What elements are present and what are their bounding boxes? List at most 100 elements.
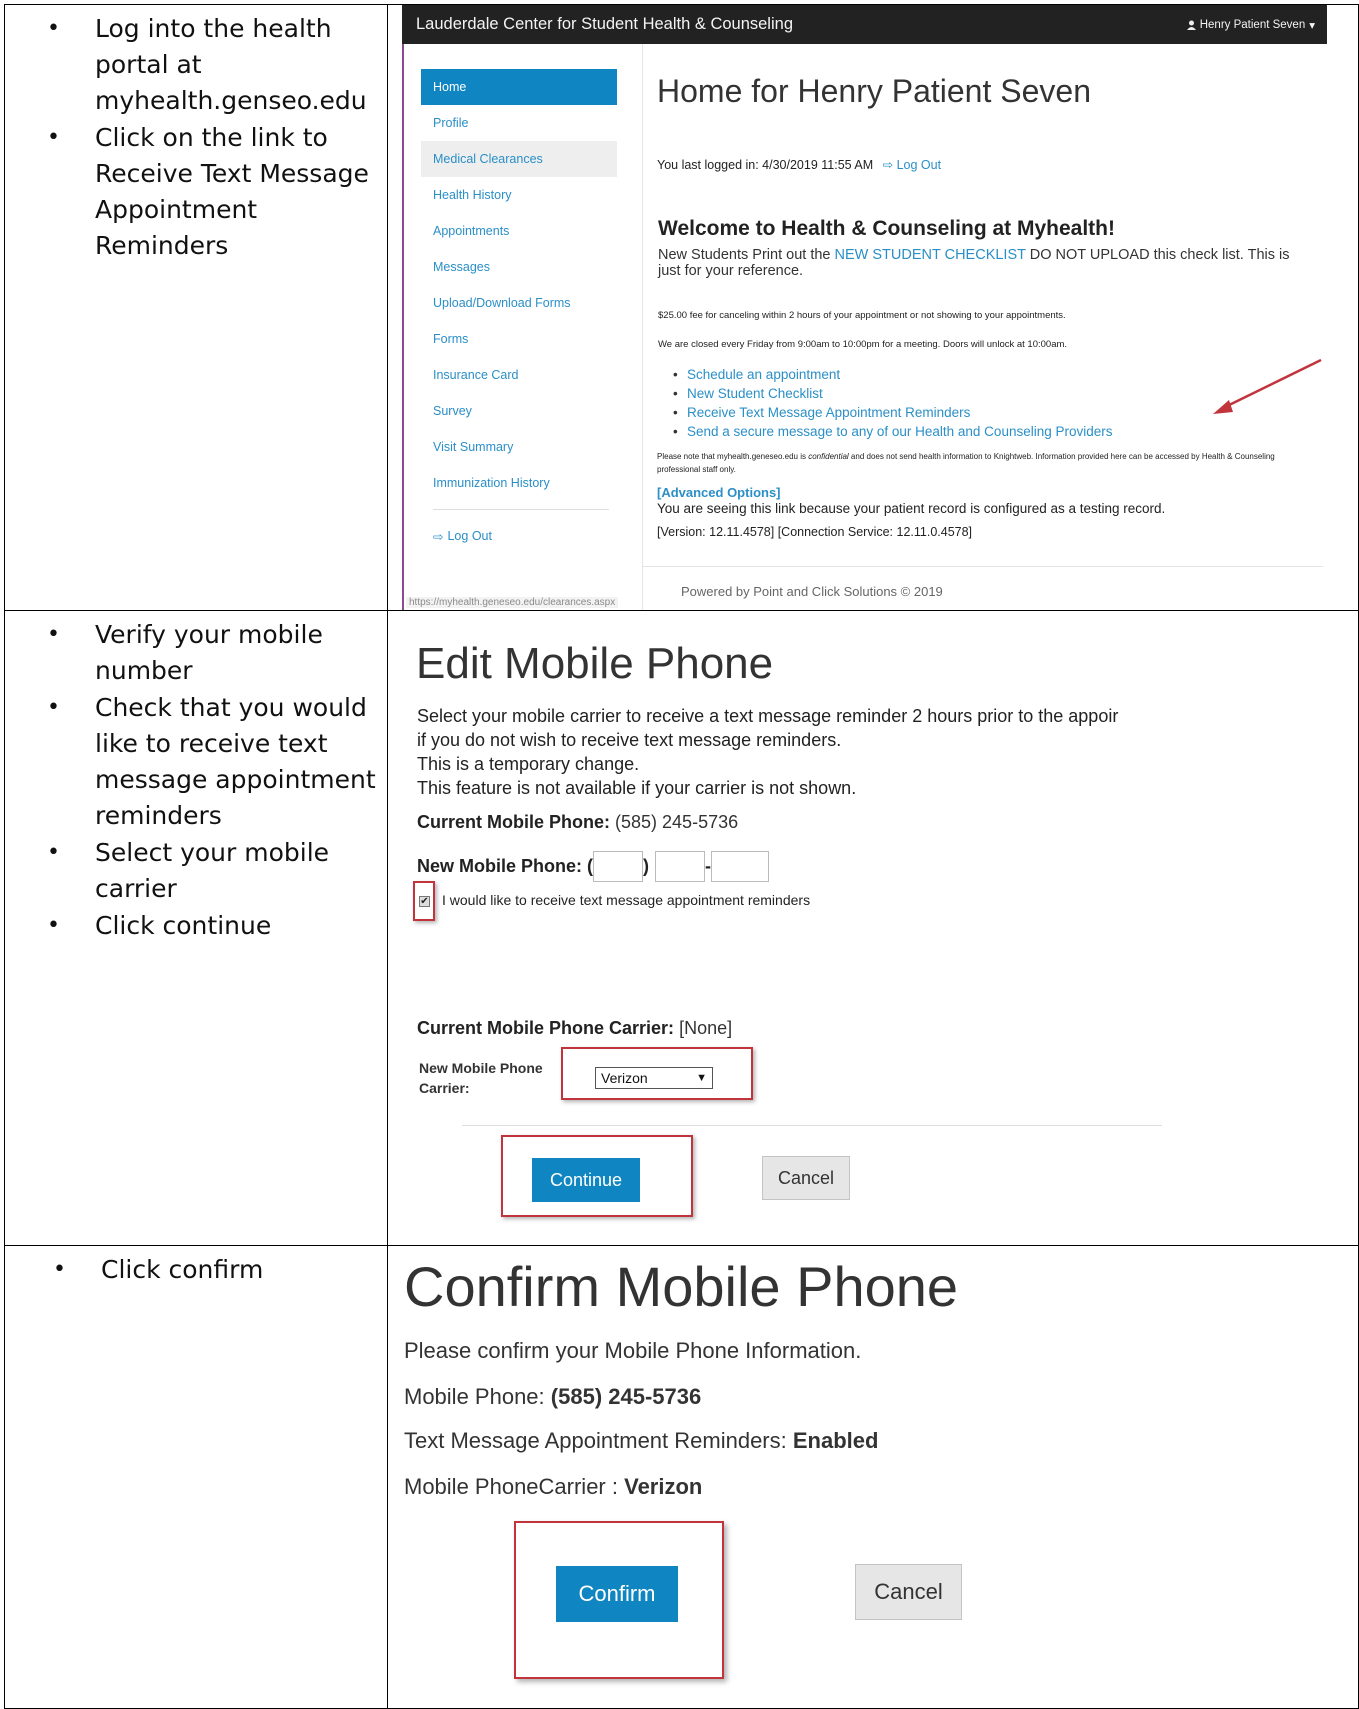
confirm-carrier-value: Verizon	[624, 1474, 703, 1499]
advanced-options-link[interactable]: [Advanced Options]	[657, 485, 781, 500]
caret-down-icon: ▾	[1309, 19, 1315, 32]
note-emphasis: confidential	[808, 452, 849, 461]
sidebar-item-home[interactable]: Home	[421, 69, 617, 105]
continue-highlight: Continue	[501, 1135, 693, 1217]
sidebar-item-messages[interactable]: Messages	[421, 249, 617, 285]
sidebar-item-survey[interactable]: Survey	[421, 393, 617, 429]
confirm-button[interactable]: Confirm	[556, 1566, 678, 1622]
sidebar-item-health-history[interactable]: Health History	[421, 177, 617, 213]
carrier-selected-value: Verizon	[601, 1070, 648, 1086]
step-item: Select your mobile carrier	[47, 835, 387, 907]
logout-link[interactable]: ⇨ Log Out	[883, 158, 941, 172]
dropdown-arrow-icon: ▼	[696, 1072, 707, 1084]
confirm-description: Please confirm your Mobile Phone Informa…	[404, 1338, 862, 1363]
new-mobile-phone-row: New Mobile Phone: ( ) -	[417, 851, 770, 882]
link-schedule-appointment[interactable]: Schedule an appointment	[673, 365, 1113, 384]
confirm-phone: Mobile Phone: (585) 245-5736	[404, 1384, 701, 1410]
new-students-notice: New Students Print out the NEW STUDENT C…	[658, 247, 1308, 279]
screenshot-cell: Edit Mobile Phone Select your mobile car…	[387, 610, 1359, 1246]
user-icon	[1186, 20, 1196, 30]
carrier-select[interactable]: Verizon ▼	[595, 1067, 713, 1089]
screenshot-cell: Lauderdale Center for Student Health & C…	[387, 4, 1359, 611]
step-item: Check that you would like to receive tex…	[47, 690, 387, 834]
link-text-message-reminders[interactable]: Receive Text Message Appointment Reminde…	[673, 403, 1113, 422]
line-number-input[interactable]	[711, 851, 770, 882]
checkbox-label: I would like to receive text message app…	[442, 892, 811, 908]
cancel-button[interactable]: Cancel	[855, 1564, 962, 1620]
new-phone-label: New Mobile Phone: (	[417, 856, 594, 876]
note-text: Please note that myhealth.geneseo.edu is	[657, 452, 809, 461]
footer-divider	[643, 566, 1323, 567]
confirm-carrier-label: Mobile PhoneCarrier :	[404, 1474, 618, 1499]
confirm-phone-value: (585) 245-5736	[550, 1384, 702, 1409]
portal-title: Lauderdale Center for Student Health & C…	[416, 15, 793, 33]
logout-link-label: Log Out	[896, 158, 942, 172]
sidebar-item-profile[interactable]: Profile	[421, 105, 617, 141]
sidebar-logout-label: Log Out	[447, 529, 492, 543]
link-new-student-checklist[interactable]: New Student Checklist	[673, 384, 1113, 403]
sidebar-item-insurance-card[interactable]: Insurance Card	[421, 357, 617, 393]
continue-button[interactable]: Continue	[532, 1158, 640, 1202]
sidebar-item-immunization-history[interactable]: Immunization History	[421, 465, 617, 501]
user-menu[interactable]: Henry Patient Seven ▾	[1186, 18, 1315, 32]
description-line: if you do not wish to receive text messa…	[417, 730, 842, 750]
current-carrier-value: [None]	[679, 1018, 733, 1038]
portal-header: Lauderdale Center for Student Health & C…	[402, 5, 1327, 44]
prefix-input[interactable]	[655, 851, 706, 882]
form-divider	[462, 1125, 1162, 1126]
document-page: Log into the health portal at myhealth.g…	[0, 0, 1359, 1709]
current-phone-label: Current Mobile Phone:	[417, 812, 610, 832]
step-item: Verify your mobile number	[47, 617, 387, 689]
edit-mobile-screenshot: Edit Mobile Phone Select your mobile car…	[400, 611, 1330, 1245]
current-mobile-phone: Current Mobile Phone: (585) 245-5736	[417, 812, 738, 833]
new-carrier-label-line: New Mobile Phone	[419, 1060, 543, 1076]
sidebar-item-upload-download-forms[interactable]: Upload/Download Forms	[421, 285, 617, 321]
area-code-input[interactable]	[593, 851, 644, 882]
current-phone-value: (585) 245-5736	[615, 812, 739, 832]
checkbox-highlight: ✔	[413, 881, 435, 921]
new-carrier-label-line: Carrier:	[419, 1080, 470, 1096]
logout-icon: ⇨	[882, 158, 897, 172]
current-carrier: Current Mobile Phone Carrier: [None]	[417, 1018, 732, 1039]
paren-close: )	[643, 856, 650, 876]
reminders-checkbox[interactable]: ✔	[419, 896, 430, 907]
confirm-carrier: Mobile PhoneCarrier : Verizon	[404, 1474, 702, 1500]
description-line: This feature is not available if your ca…	[417, 778, 857, 798]
sidebar-item-forms[interactable]: Forms	[421, 321, 617, 357]
quick-links: Schedule an appointment New Student Chec…	[673, 365, 1113, 441]
confirm-sms-label: Text Message Appointment Reminders:	[404, 1428, 787, 1453]
sidebar-item-medical-clearances[interactable]: Medical Clearances	[421, 141, 617, 177]
step-list: Log into the health portal at myhealth.g…	[5, 11, 387, 264]
instructions-table: Log into the health portal at myhealth.g…	[4, 4, 1359, 1709]
fee-notice: $25.00 fee for canceling within 2 hours …	[658, 310, 1066, 321]
confirm-sms-value: Enabled	[792, 1428, 879, 1453]
link-secure-message[interactable]: Send a secure message to any of our Heal…	[673, 422, 1113, 441]
new-carrier-label: New Mobile Phone Carrier:	[419, 1058, 543, 1098]
last-logged-in: You last logged in: 4/30/2019 11:55 AM ⇨…	[657, 157, 941, 172]
edit-mobile-description: Select your mobile carrier to receive a …	[417, 704, 1118, 800]
step-instructions-cell: Verify your mobile number Check that you…	[4, 610, 388, 1246]
status-bar-url: https://myhealth.geneseo.edu/clearances.…	[406, 597, 619, 608]
edit-mobile-title: Edit Mobile Phone	[416, 639, 774, 688]
step-item: Click on the link to Receive Text Messag…	[47, 120, 387, 264]
logout-icon: ⇨	[433, 529, 444, 544]
step-instructions-cell: Click confirm	[4, 1245, 388, 1709]
current-carrier-label: Current Mobile Phone Carrier:	[417, 1018, 675, 1038]
step-row-2: Verify your mobile number Check that you…	[4, 610, 1359, 1246]
confirm-phone-label: Mobile Phone:	[404, 1384, 545, 1409]
powered-by: Powered by Point and Click Solutions © 2…	[681, 584, 943, 599]
cancel-button[interactable]: Cancel	[762, 1156, 850, 1200]
user-name: Henry Patient Seven	[1199, 18, 1306, 31]
new-student-checklist-link[interactable]: NEW STUDENT CHECKLIST	[835, 247, 1026, 263]
description-line: This is a temporary change.	[417, 754, 640, 774]
carrier-highlight: Verizon ▼	[561, 1047, 753, 1100]
confirm-mobile-title: Confirm Mobile Phone	[404, 1255, 959, 1318]
step-item: Click confirm	[53, 1252, 387, 1288]
sidebar-item-visit-summary[interactable]: Visit Summary	[421, 429, 617, 465]
closed-notice: We are closed every Friday from 9:00am t…	[658, 339, 1068, 350]
sidebar-item-logout[interactable]: ⇨ Log Out	[421, 518, 617, 554]
last-logged-text: You last logged in: 4/30/2019 11:55 AM	[657, 158, 874, 172]
step-row-1: Log into the health portal at myhealth.g…	[4, 4, 1359, 611]
welcome-heading: Welcome to Health & Counseling at Myheal…	[658, 217, 1115, 240]
sidebar-item-appointments[interactable]: Appointments	[421, 213, 617, 249]
